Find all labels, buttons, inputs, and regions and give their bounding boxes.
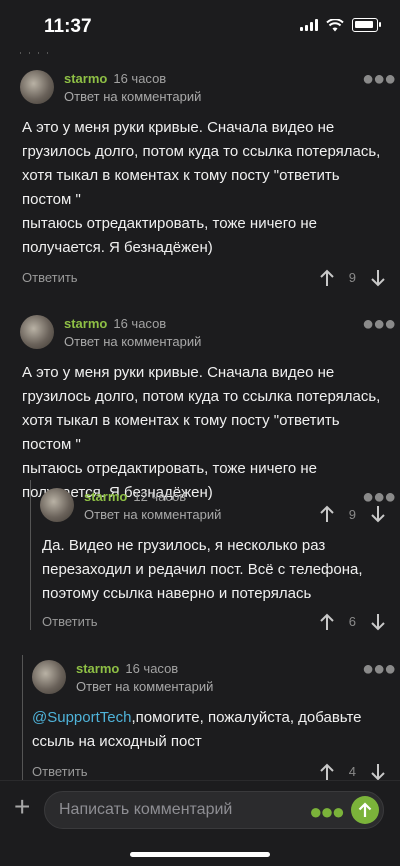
reply-button[interactable]: Ответить: [22, 270, 78, 285]
avatar[interactable]: [20, 315, 54, 349]
comment-body: @SupportTech,помогите, пожалуйста, добав…: [32, 706, 382, 754]
status-icons: [300, 18, 381, 32]
more-options-icon[interactable]: ●●●: [362, 658, 396, 681]
comment-timestamp: 16 часов: [125, 661, 179, 676]
comment-author[interactable]: starmo: [64, 316, 107, 331]
reply-to-link[interactable]: Ответ на комментарий: [64, 334, 201, 349]
avatar[interactable]: [32, 660, 66, 694]
comment-header: starmo 16 часов Ответ на комментарий: [20, 315, 201, 351]
reply-button[interactable]: Ответить: [32, 764, 88, 779]
comment-header: starmo 16 часов Ответ на комментарий: [20, 70, 201, 106]
comment-author[interactable]: starmo: [64, 71, 107, 86]
comment-body: Да. Видео не грузилось, я несколько раз …: [42, 537, 363, 602]
comment-score: 9: [348, 506, 356, 522]
downvote-icon[interactable]: [370, 613, 386, 631]
comment-body: А это у меня руки кривые. Сначала видео …: [22, 119, 381, 256]
comment-timestamp: 12 часов: [133, 489, 187, 504]
comment-actions: Ответить 4: [32, 763, 386, 781]
battery-icon: [352, 18, 381, 32]
upvote-icon[interactable]: [319, 613, 335, 631]
send-arrow-icon: [358, 802, 372, 817]
comment-actions: Ответить 9: [22, 269, 386, 287]
comment-score: 4: [348, 764, 356, 779]
home-indicator[interactable]: [130, 852, 270, 857]
reply-to-link[interactable]: Ответ на комментарий: [76, 679, 213, 694]
thread-line: [22, 655, 23, 780]
status-time: 11:37: [44, 16, 92, 37]
send-button[interactable]: [351, 796, 379, 824]
comment-author[interactable]: starmo: [76, 661, 119, 676]
downvote-icon[interactable]: [370, 763, 386, 781]
wifi-icon: [326, 18, 344, 31]
reply-button[interactable]: Ответить: [42, 614, 98, 629]
avatar[interactable]: [40, 488, 74, 522]
downvote-icon[interactable]: [370, 505, 386, 523]
comment-composer: + Написать комментарий ●●●: [0, 780, 400, 841]
upvote-icon[interactable]: [319, 505, 335, 523]
comment-input[interactable]: Написать комментарий ●●●: [44, 791, 384, 829]
comment-actions: Ответить 6: [42, 613, 386, 631]
cellular-signal-icon: [300, 19, 318, 31]
comment-header: starmo 16 часов Ответ на комментарий: [32, 660, 213, 696]
avatar[interactable]: [20, 70, 54, 104]
comment-header: starmo 12 часов Ответ на комментарий: [40, 488, 221, 524]
comment-author[interactable]: starmo: [84, 489, 127, 504]
comment-score: 9: [348, 270, 356, 285]
comment-timestamp: 16 часов: [113, 71, 167, 86]
reply-to-link[interactable]: Ответ на комментарий: [64, 89, 201, 104]
more-dots-icon[interactable]: ●●●: [309, 799, 345, 825]
user-mention-link[interactable]: @SupportTech: [32, 709, 131, 726]
upvote-icon[interactable]: [319, 763, 335, 781]
upvote-icon[interactable]: [319, 269, 335, 287]
comment-score: 6: [348, 614, 356, 629]
attach-plus-icon[interactable]: +: [14, 793, 30, 821]
comments-feed[interactable]: starmo 16 часов Ответ на комментарий ●●● …: [0, 0, 400, 780]
more-options-icon[interactable]: ●●●: [362, 68, 396, 91]
comment-body: А это у меня руки кривые. Сначала видео …: [22, 364, 381, 501]
comment-timestamp: 16 часов: [113, 316, 167, 331]
status-bar: 11:37: [0, 0, 400, 52]
thread-line: [30, 480, 31, 630]
downvote-icon[interactable]: [370, 269, 386, 287]
reply-to-link[interactable]: Ответ на комментарий: [84, 507, 221, 522]
comment-input-placeholder: Написать комментарий: [59, 801, 233, 818]
more-options-icon[interactable]: ●●●: [362, 313, 396, 336]
